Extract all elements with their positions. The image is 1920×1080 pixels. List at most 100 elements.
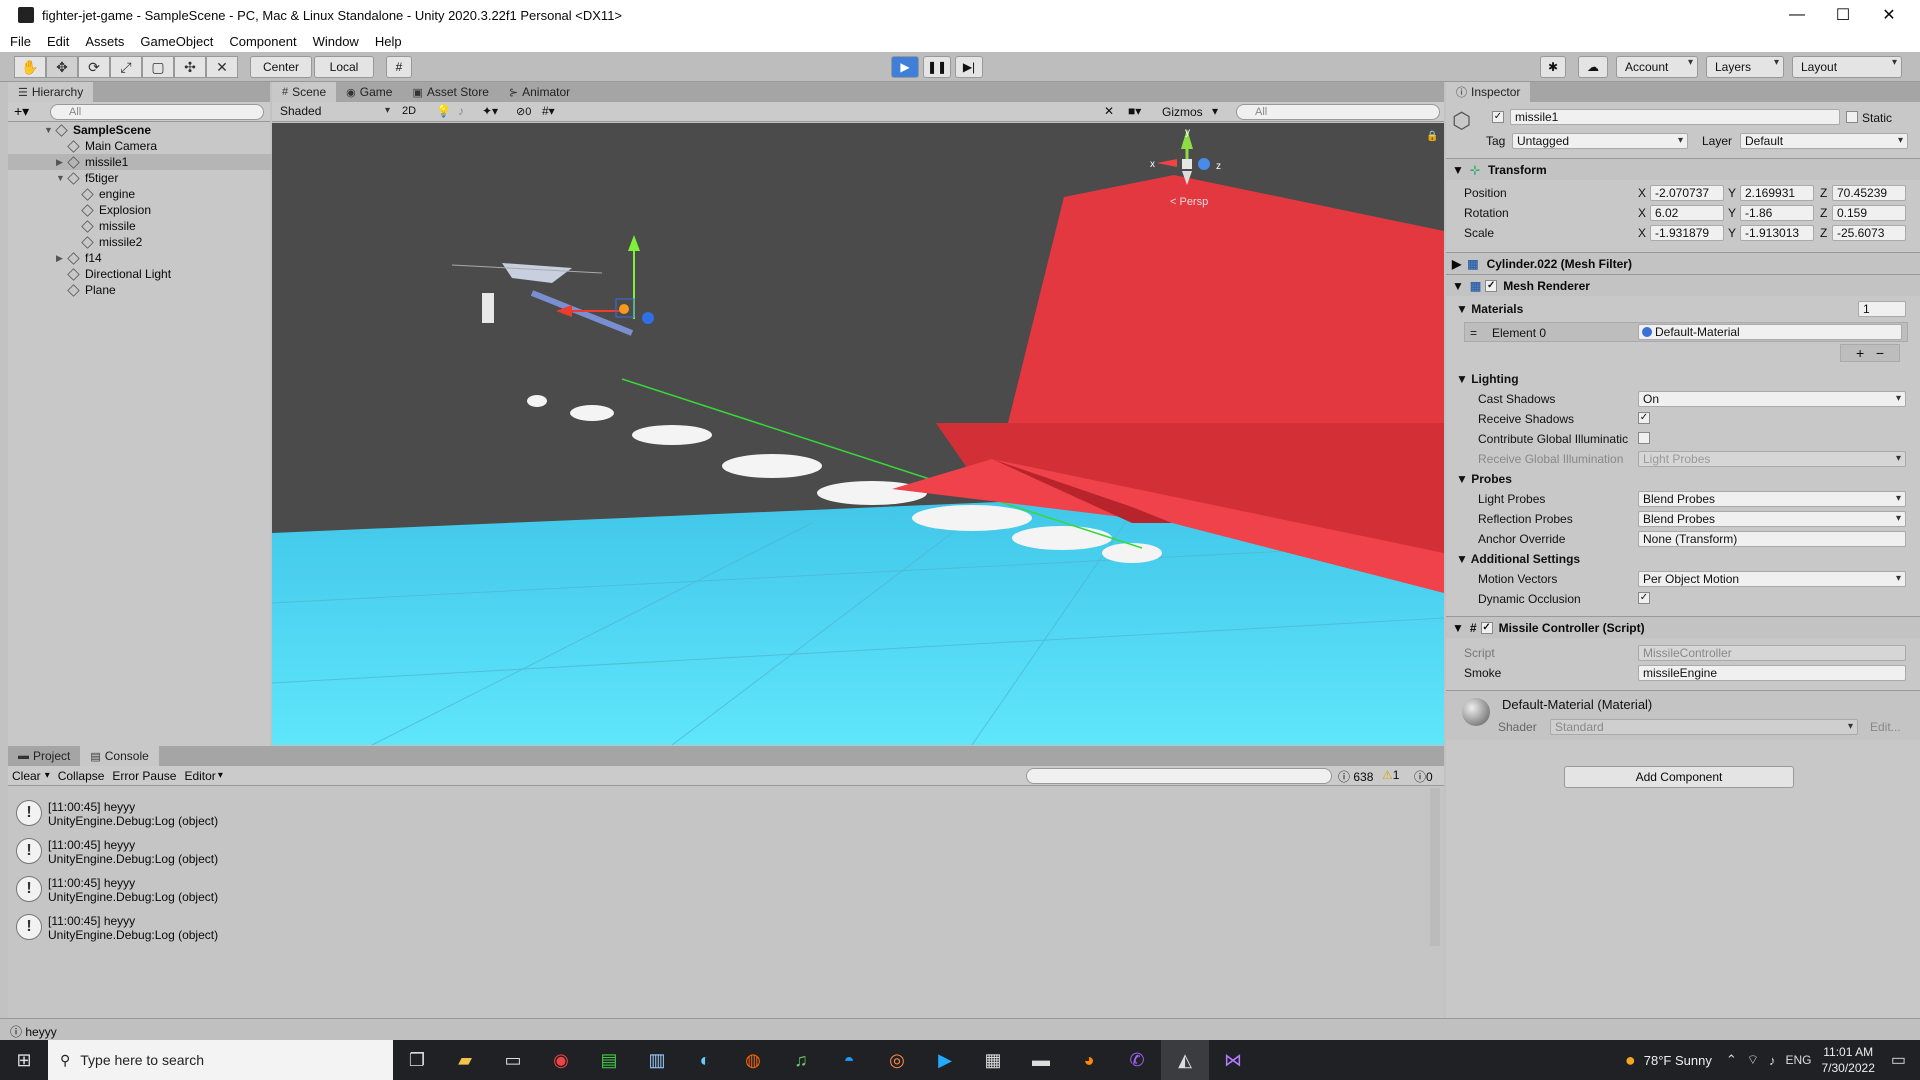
transform-gizmo[interactable] [556,235,654,324]
tab-inspector[interactable]: ⓘ Inspector [1446,82,1531,102]
audio-toggle-icon[interactable]: ♪ [458,104,464,118]
missile-controller-header[interactable]: ▼ # ✓ Missile Controller (Script) [1446,616,1920,638]
cast-shadows-dropdown[interactable]: On [1638,391,1906,407]
grid-snap-button[interactable]: # [386,56,412,78]
add-icon[interactable]: +▾ [14,103,29,120]
reflection-probes-dropdown[interactable]: Blend Probes [1638,511,1906,527]
rotation-y-input[interactable]: -1.86 [1740,205,1814,221]
smoke-field[interactable]: missileEngine [1638,665,1906,681]
hierarchy-item[interactable]: Main Camera [8,138,278,154]
drag-handle-icon[interactable]: = [1470,326,1477,340]
log-entry[interactable]: ! [11:00:45] heyyy UnityEngine.Debug:Log (… [10,834,1430,870]
tray-chevron-icon[interactable]: ⌃ [1726,1052,1737,1068]
terminal-icon[interactable]: ▭ [489,1040,537,1080]
scale-z-input[interactable]: -25.6073 [1832,225,1906,241]
clear-options-icon[interactable]: ▾ [45,770,50,781]
hierarchy-item[interactable]: missile2 [8,234,278,250]
layer-dropdown[interactable]: Default [1740,133,1908,149]
materials-foldout[interactable]: ▼ Materials [1456,302,1523,316]
hierarchy-item[interactable]: Plane [8,282,278,298]
active-checkbox[interactable]: ✓ [1492,111,1504,123]
menu-gameobject[interactable]: GameObject [140,34,213,49]
scale-x-input[interactable]: -1.931879 [1650,225,1724,241]
firefox-icon[interactable]: ◍ [729,1040,777,1080]
hierarchy-scene-row[interactable]: ▼ SampleScene [8,122,278,138]
tab-project[interactable]: ▬ Project [8,746,80,766]
task-view-icon[interactable]: ❐ [393,1040,441,1080]
position-z-input[interactable]: 70.45239 [1832,185,1906,201]
transform-tool-icon[interactable]: ✣ [174,56,206,78]
cloud-button[interactable]: ☁ [1578,56,1608,78]
hierarchy-item[interactable]: Directional Light [8,266,278,282]
file-explorer-icon[interactable]: ▰ [441,1040,489,1080]
add-component-button[interactable]: Add Component [1564,766,1794,788]
editor-arrow-icon[interactable]: ▾ [218,770,223,781]
minimize-button[interactable]: — [1774,0,1820,30]
windows-start-icon[interactable]: ⊞ [0,1040,48,1080]
transform-header[interactable]: ▼ ⊹ Transform [1446,158,1920,180]
pivot-center-button[interactable]: Center [250,56,312,78]
chrome-icon[interactable]: ◉ [537,1040,585,1080]
tab-console[interactable]: ▤ Console [80,746,159,766]
toggle-2d-button[interactable]: 2D [402,105,416,117]
scale-y-input[interactable]: -1.913013 [1740,225,1814,241]
add-icon[interactable]: + [1856,345,1864,361]
static-dropdown[interactable]: Static [1862,111,1892,125]
position-x-input[interactable]: -2.070737 [1650,185,1724,201]
shader-dropdown[interactable]: Standard [1550,719,1858,735]
tab-animator[interactable]: ⊱ Animator [499,82,580,102]
mesh-filter-header[interactable]: ▶ ▦ Cylinder.022 (Mesh Filter) [1446,252,1920,274]
additional-settings-foldout[interactable]: ▼ Additional Settings [1456,552,1580,566]
rect-tool-icon[interactable]: ▢ [142,56,174,78]
error-count-toggle[interactable]: ⓘ0 [1414,768,1433,785]
account-dropdown[interactable]: Account [1616,56,1698,78]
taskbar-search-box[interactable]: ⚲ Type here to search [48,1040,393,1080]
menu-help[interactable]: Help [375,34,402,49]
menu-file[interactable]: File [10,34,31,49]
hierarchy-item[interactable]: missile [8,218,278,234]
element0-material-field[interactable]: Default-Material [1638,324,1902,340]
gizmos-dropdown[interactable]: Gizmos [1162,105,1203,119]
log-entry[interactable]: ! [11:00:45] heyyy UnityEngine.Debug:Log (… [10,796,1430,832]
shader-edit-button[interactable]: Edit... [1870,720,1901,734]
pause-button[interactable]: ❚❚ [923,56,951,78]
dynamic-occlusion-checkbox[interactable]: ✓ [1638,592,1650,604]
rotation-z-input[interactable]: 0.159 [1832,205,1906,221]
step-button[interactable]: ▶| [955,56,983,78]
mesh-renderer-header[interactable]: ▼ ▦ ✓ Mesh Renderer [1446,274,1920,296]
contribute-gi-checkbox[interactable] [1638,432,1650,444]
layers-dropdown[interactable]: Layers [1706,56,1784,78]
video-editor-icon[interactable]: ▶ [921,1040,969,1080]
receive-shadows-checkbox[interactable]: ✓ [1638,412,1650,424]
tools-icon[interactable]: ✕ [1104,104,1114,118]
move-tool-icon[interactable]: ✥ [46,56,78,78]
hand-tool-icon[interactable]: ✋ [14,56,46,78]
notifications-icon[interactable]: ▭ [1891,1050,1906,1070]
blender-icon[interactable]: ◕ [1065,1040,1113,1080]
hierarchy-item[interactable]: ▼ f5tiger [8,170,278,186]
tag-dropdown[interactable]: Untagged [1512,133,1688,149]
scale-tool-icon[interactable]: ⤢ [110,56,142,78]
pivot-local-button[interactable]: Local [314,56,374,78]
lock-icon[interactable]: 🔒 [1426,130,1438,142]
unity-taskbar-icon[interactable]: ◭ [1161,1040,1209,1080]
log-entry[interactable]: ! [11:00:45] heyyy UnityEngine.Debug:Log (… [10,910,1430,946]
error-pause-button[interactable]: Error Pause [112,769,176,783]
status-message[interactable]: heyyy [25,1025,56,1039]
rotate-tool-icon[interactable]: ⟳ [78,56,110,78]
hidden-objects-counter[interactable]: ⊘0 [516,105,531,118]
tab-asset-store[interactable]: ▣ Asset Store [402,82,498,102]
effects-toggle-icon[interactable]: ✦▾ [482,104,498,118]
materials-count-input[interactable]: 1 [1858,301,1906,317]
hierarchy-item[interactable]: Explosion [8,202,278,218]
anchor-override-field[interactable]: None (Transform) [1638,531,1906,547]
motion-vectors-dropdown[interactable]: Per Object Motion [1638,571,1906,587]
gizmos-arrow-icon[interactable]: ▾ [1212,104,1218,118]
maximize-button[interactable]: ☐ [1820,0,1866,30]
media-player-icon[interactable]: ◎ [873,1040,921,1080]
tab-hierarchy[interactable]: ☰ Hierarchy [8,82,94,102]
hierarchy-item[interactable]: ▶ f14 [8,250,278,266]
lighting-toggle-icon[interactable]: 💡 [436,104,451,118]
clock[interactable]: 11:01 AM 7/30/2022 [1821,1044,1874,1076]
calculator-icon[interactable]: ▦ [969,1040,1017,1080]
